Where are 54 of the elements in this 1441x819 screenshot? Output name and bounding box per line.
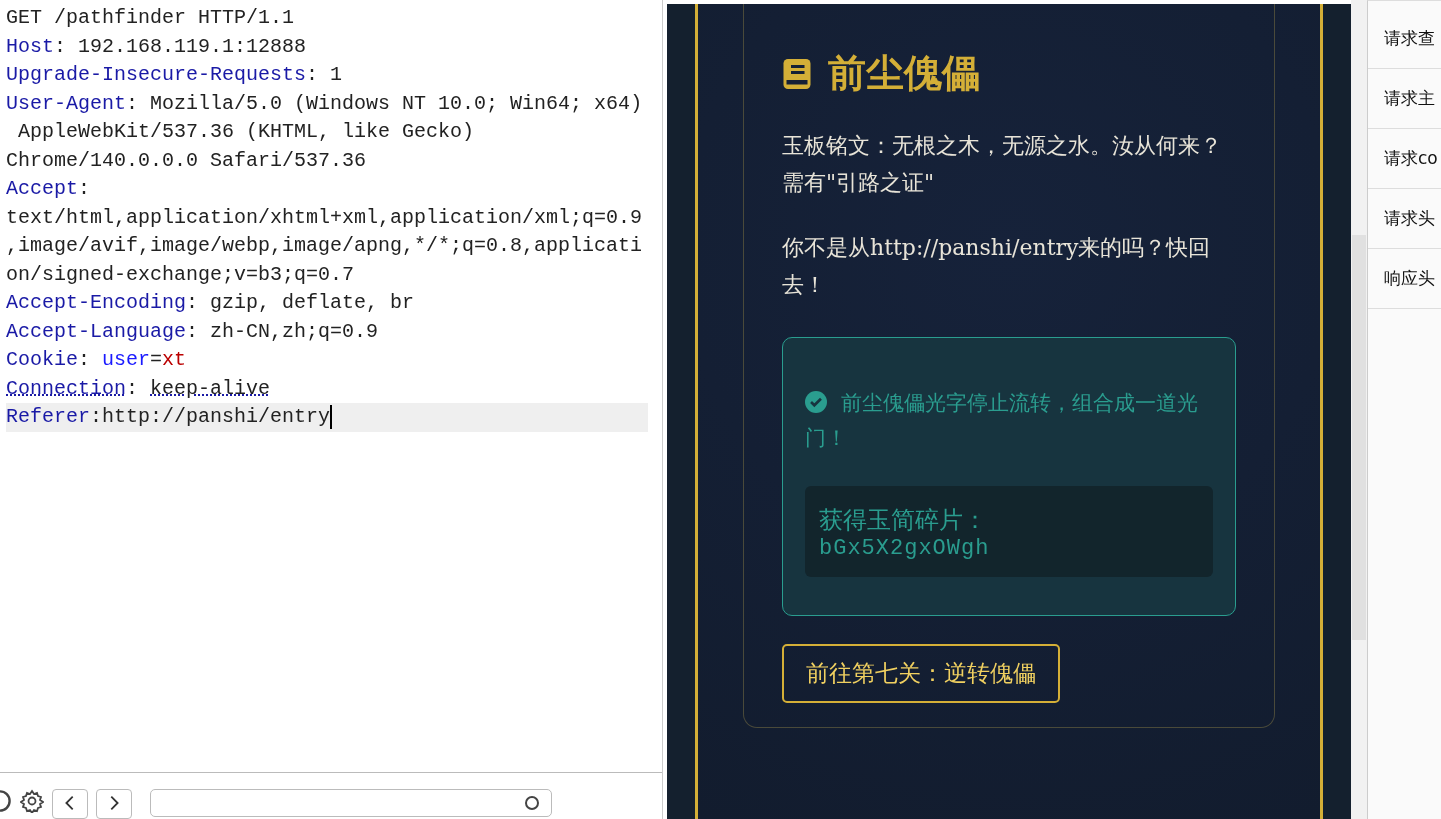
header-name: Cookie: [6, 347, 78, 373]
separator: :: [54, 33, 68, 60]
next-button[interactable]: [96, 789, 132, 819]
inspector-item[interactable]: 响应头: [1384, 267, 1435, 290]
text-cursor: [330, 405, 333, 430]
header-value: zh-CN,zh;q=0.9: [210, 318, 379, 345]
header-value: 1: [330, 62, 343, 88]
next-level-button[interactable]: 前往第七关：逆转傀儡: [782, 644, 1060, 703]
inspector-item[interactable]: 请求主: [1384, 87, 1435, 110]
inspector-item[interactable]: 请求co: [1384, 147, 1438, 170]
header-value: http://panshi/entry: [102, 404, 331, 430]
separator: :: [186, 290, 200, 316]
request-line: GET /pathfinder HTTP/1.1: [6, 5, 295, 31]
equals-sign: =: [150, 347, 163, 373]
header-name: Accept-Language: [6, 318, 187, 345]
check-circle-icon: [805, 391, 827, 413]
header-value: Chrome/140.0.0.0 Safari/537.36: [6, 147, 367, 174]
success-message: 前尘傀儡光字停止流转，组合成一道光门！: [805, 390, 1199, 452]
header-value: keep-alive: [150, 375, 271, 402]
header-value: ,image/avif,image/webp,image/apng,*/*;q=0.8,applicati: [6, 233, 643, 259]
scrollbar[interactable]: [1351, 0, 1367, 819]
separator: :: [126, 90, 140, 117]
header-name: User-Agent: [6, 90, 127, 117]
cookie-value: xt: [162, 347, 187, 373]
paragraph: 玉板铭文：无根之木，无源之水。汝从何来？需有"引路之证": [782, 132, 1223, 197]
header-name: Upgrade-Insecure-Requests: [6, 62, 307, 88]
inspector-item[interactable]: 请求头: [1384, 207, 1435, 230]
header-name: Host: [6, 33, 54, 60]
separator: :: [186, 318, 200, 345]
header-value: text/html,application/xhtml+xml,application/xml;q=0.9: [6, 204, 643, 231]
reward-code: bGx5X2gxOWgh: [819, 536, 991, 561]
header-name: Referer: [6, 404, 90, 430]
separator: :: [126, 375, 140, 402]
separator: :: [78, 176, 91, 202]
scrollbar-thumb[interactable]: [1352, 235, 1366, 640]
header-value: AppleWebKit/537.36 (KHTML, like Gecko): [17, 119, 475, 145]
header-name: Connection: [6, 375, 127, 402]
separator: :: [78, 347, 92, 373]
header-name: Accept-Encoding: [6, 290, 187, 316]
separator: :: [90, 404, 103, 430]
previous-button[interactable]: [52, 789, 88, 819]
reward-label: 获得玉简碎片：: [819, 505, 988, 536]
header-name: Accept: [6, 176, 78, 202]
search-field[interactable]: [150, 789, 552, 817]
header-value: 192.168.119.1:12888: [78, 33, 307, 60]
settings-icon[interactable]: [20, 789, 44, 813]
paragraph: 你不是从http://panshi/entry来的吗？快回去！: [782, 234, 1212, 299]
header-value: Mozilla/5.0 (Windows NT 10.0; Win64; x64): [150, 90, 643, 117]
cookie-name: user: [102, 347, 151, 373]
header-value: on/signed-exchange;v=b3;q=0.7: [6, 261, 355, 288]
separator: :: [306, 62, 320, 88]
page-title: 前尘傀儡: [828, 50, 980, 97]
header-value: gzip, deflate, br: [210, 290, 415, 316]
inspector-item[interactable]: 请求查: [1384, 27, 1435, 50]
